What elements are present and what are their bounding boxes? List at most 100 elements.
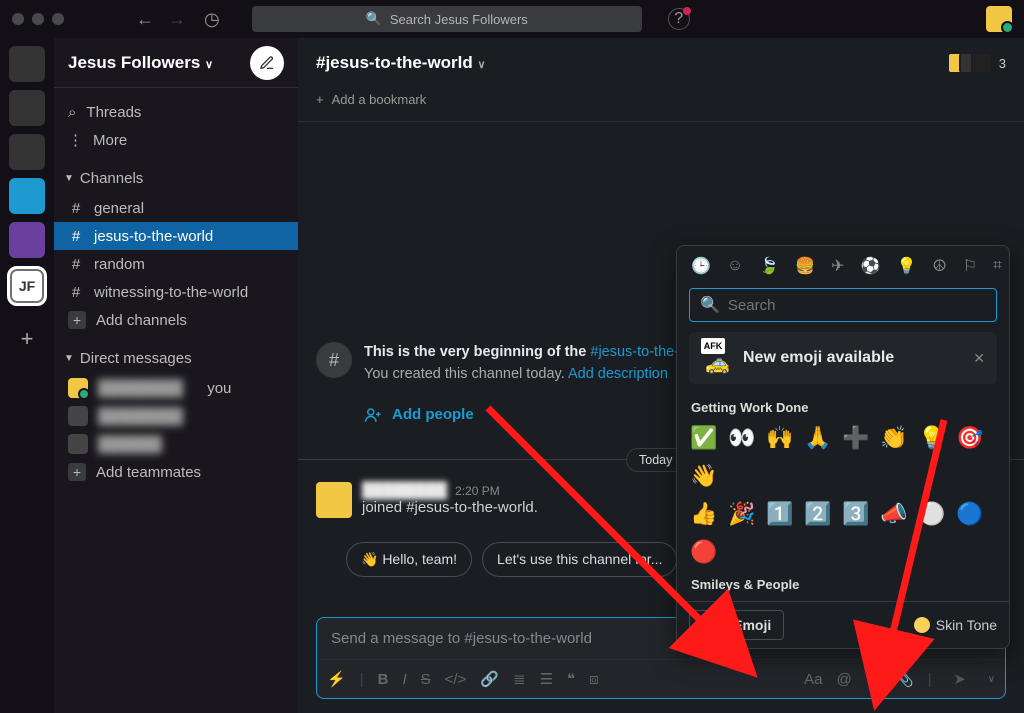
channel-general[interactable]: #general — [54, 194, 298, 222]
skin-tone-button[interactable]: Skin Tone — [914, 617, 997, 633]
code-block-icon[interactable]: ⧈ — [589, 671, 599, 688]
emoji-cell[interactable]: ⚪ — [915, 497, 949, 531]
code-icon[interactable]: </> — [445, 671, 467, 688]
emoji-cell[interactable]: 🙏 — [801, 421, 835, 455]
more-link[interactable]: ⋮More — [54, 126, 298, 154]
avatar — [68, 434, 88, 454]
minimize-window[interactable] — [32, 13, 44, 25]
members-button[interactable]: 3 — [947, 52, 1006, 74]
emoji-icon[interactable]: ☺ — [866, 671, 881, 688]
maximize-window[interactable] — [52, 13, 64, 25]
activity-tab-icon[interactable]: ✈ — [831, 256, 844, 276]
dm-user-2[interactable]: ██████ — [54, 430, 298, 458]
symbols-tab-icon[interactable]: ☮ — [932, 256, 946, 276]
title-bar: ← → ◷ 🔍 Search Jesus Followers ? — [0, 0, 1024, 38]
bullet-list-icon[interactable]: ☰ — [540, 670, 553, 688]
emoji-search[interactable]: 🔍 — [689, 288, 997, 322]
emoji-cell[interactable]: 🙌 — [763, 421, 797, 455]
channel-witnessing[interactable]: #witnessing-to-the-world — [54, 278, 298, 306]
bold-icon[interactable]: B — [378, 671, 389, 688]
workspace-switch-1[interactable] — [9, 46, 45, 82]
workspace-active[interactable]: JF — [7, 266, 47, 306]
caret-down-icon: ▼ — [64, 353, 74, 364]
channel-random[interactable]: #random — [54, 250, 298, 278]
add-teammates[interactable]: +Add teammates — [54, 458, 298, 486]
search-bar[interactable]: 🔍 Search Jesus Followers — [252, 6, 642, 32]
emoji-cell[interactable]: 3️⃣ — [839, 497, 873, 531]
add-workspace-icon[interactable]: + — [21, 326, 34, 352]
send-options-icon[interactable]: ∨ — [988, 674, 995, 685]
format-icon[interactable]: Aa — [804, 671, 822, 688]
emoji-cell[interactable]: 👋 — [687, 459, 721, 493]
message-author[interactable]: ████████ — [362, 482, 447, 499]
history-icon[interactable]: ◷ — [204, 9, 220, 30]
emoji-grid-work: ✅👀🙌🙏➕👏💡🎯 👋 — [677, 419, 1009, 495]
channel-title[interactable]: #jesus-to-the-world ∨ — [316, 53, 486, 73]
food-tab-icon[interactable]: 🍔 — [795, 256, 815, 276]
emoji-cell[interactable]: 2️⃣ — [801, 497, 835, 531]
avatar — [971, 52, 993, 74]
custom-tab-icon[interactable]: ⌗ — [993, 257, 1002, 275]
workspace-name: Jesus Followers ∨ — [68, 53, 213, 73]
attach-icon[interactable]: 📎 — [895, 670, 914, 688]
add-channels[interactable]: +Add channels — [54, 306, 298, 334]
add-bookmark[interactable]: +Add a bookmark — [298, 88, 1024, 122]
back-arrow-icon[interactable]: ← — [136, 9, 154, 30]
quote-icon[interactable]: ❝ — [567, 670, 575, 688]
emoji-cell[interactable]: 🎉 — [725, 497, 759, 531]
strike-icon[interactable]: S — [421, 671, 431, 688]
user-avatar[interactable] — [986, 6, 1012, 32]
emoji-cell[interactable]: 1️⃣ — [763, 497, 797, 531]
workspace-switch-2[interactable] — [9, 90, 45, 126]
channels-section[interactable]: ▼Channels — [54, 162, 298, 194]
emoji-cell[interactable]: 👀 — [725, 421, 759, 455]
content-area: #jesus-to-the-world ∨ 3 +Add a bookmark … — [298, 38, 1024, 713]
link-icon[interactable]: 🔗 — [480, 670, 499, 688]
send-button[interactable]: ➤ — [946, 666, 974, 692]
mention-icon[interactable]: @ — [837, 671, 852, 688]
dm-self[interactable]: ████████ you — [54, 374, 298, 402]
close-icon[interactable]: ✕ — [973, 350, 985, 367]
emoji-cell[interactable]: 📣 — [877, 497, 911, 531]
channel-jesus-to-the-world[interactable]: #jesus-to-the-world — [54, 222, 298, 250]
workspace-switch-3[interactable] — [9, 134, 45, 170]
lightning-icon[interactable]: ⚡ — [327, 670, 346, 688]
dm-user-1[interactable]: ████████ — [54, 402, 298, 430]
add-description-link[interactable]: Add description — [568, 366, 668, 382]
emoji-cell[interactable]: ➕ — [839, 421, 873, 455]
close-window[interactable] — [12, 13, 24, 25]
emoji-cell[interactable]: 👏 — [877, 421, 911, 455]
ordered-list-icon[interactable]: ≣ — [513, 670, 526, 688]
flags-tab-icon[interactable]: ⚐ — [963, 256, 977, 276]
add-people-icon — [364, 406, 382, 424]
emoji-cell[interactable]: 💡 — [915, 421, 949, 455]
workspace-switch-4[interactable] — [9, 178, 45, 214]
emoji-section-work: Getting Work Done — [677, 394, 1009, 419]
forward-arrow-icon[interactable]: → — [168, 9, 186, 30]
smileys-tab-icon[interactable]: ☺ — [727, 257, 743, 275]
recent-tab-icon[interactable]: 🕒 — [691, 256, 711, 276]
dm-section[interactable]: ▼Direct messages — [54, 342, 298, 374]
composer-toolbar: ⚡ | B I S </> 🔗 ≣ ☰ ❝ ⧈ Aa @ ☺ 📎 | ➤ ∨ — [317, 659, 1005, 698]
workspace-switch-5[interactable] — [9, 222, 45, 258]
compose-button[interactable] — [250, 46, 284, 80]
emoji-cell[interactable]: 👍 — [687, 497, 721, 531]
help-icon[interactable]: ? — [668, 8, 690, 30]
emoji-search-input[interactable] — [728, 297, 986, 314]
sidebar-header[interactable]: Jesus Followers ∨ — [54, 38, 298, 88]
avatar[interactable] — [316, 482, 352, 518]
suggestion-channel-for[interactable]: Let's use this channel for... — [482, 542, 677, 577]
threads-link[interactable]: ⌕Threads — [54, 98, 298, 126]
emoji-cell[interactable]: 🎯 — [953, 421, 987, 455]
emoji-cell[interactable]: ✅ — [687, 421, 721, 455]
emoji-cell[interactable]: 🔴 — [687, 535, 721, 569]
add-emoji-button[interactable]: Add Emoji — [689, 610, 784, 640]
travel-tab-icon[interactable]: ⚽ — [861, 256, 881, 276]
italic-icon[interactable]: I — [402, 671, 406, 688]
objects-tab-icon[interactable]: 💡 — [896, 256, 916, 276]
nav-arrows: ← → — [136, 9, 186, 30]
emoji-cell[interactable]: 🔵 — [953, 497, 987, 531]
suggestion-hello[interactable]: 👋 Hello, team! — [346, 542, 472, 577]
emoji-picker-footer: Add Emoji Skin Tone — [677, 601, 1009, 648]
nature-tab-icon[interactable]: 🍃 — [759, 256, 779, 276]
